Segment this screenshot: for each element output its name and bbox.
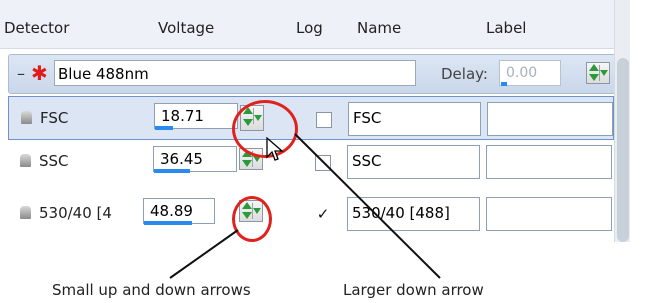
caption-larger-arrow: Larger down arrow: [343, 281, 484, 299]
annotation-lines: [169, 133, 441, 279]
pointer-line-small-arrows: [169, 229, 239, 279]
pointer-line-large-arrow: [294, 133, 441, 279]
caption-small-arrows: Small up and down arrows: [52, 281, 251, 299]
